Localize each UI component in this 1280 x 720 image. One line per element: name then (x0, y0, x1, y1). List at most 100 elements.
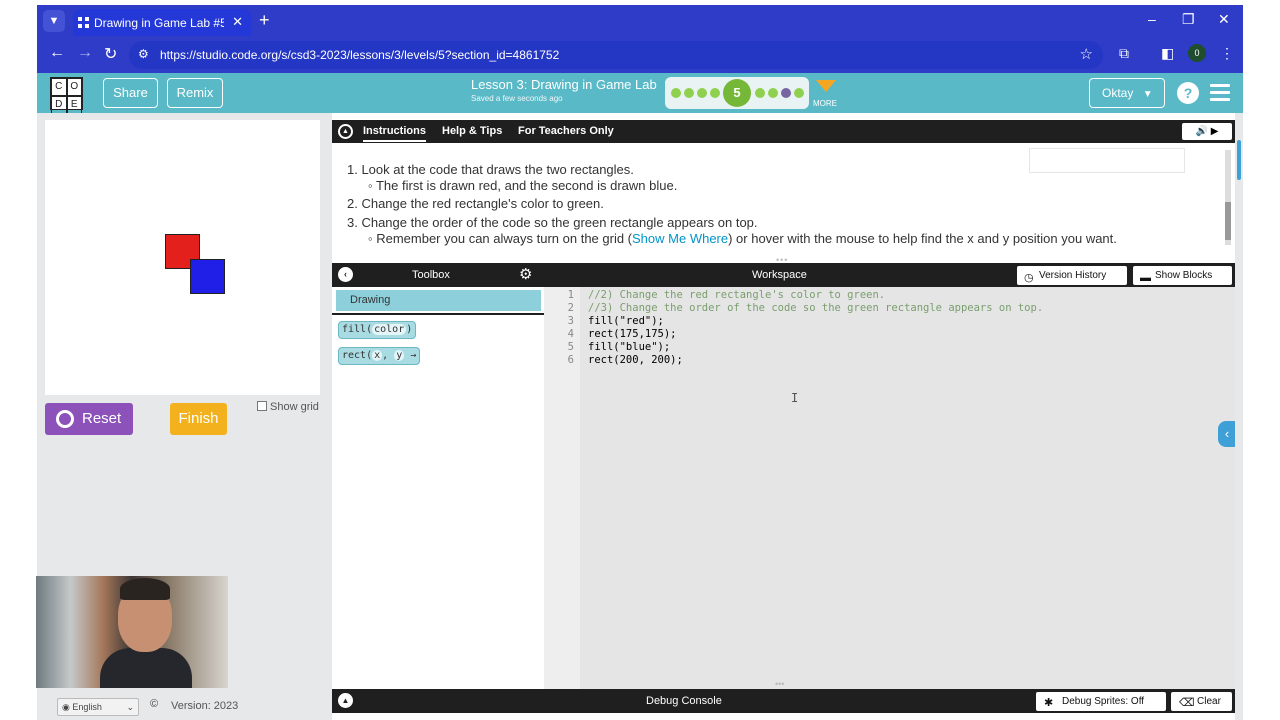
code-line[interactable]: rect(200, 200); (588, 354, 683, 366)
help-icon[interactable]: ? (1177, 82, 1199, 104)
tab-close-icon[interactable]: ✕ (232, 14, 243, 30)
level-dot[interactable] (671, 88, 681, 98)
version-history-button[interactable]: ◷ Version History (1017, 266, 1127, 285)
debug-resize-handle[interactable]: ••• (775, 679, 784, 689)
instructions-hint-box (1029, 148, 1185, 173)
clear-label: Clear (1197, 696, 1221, 707)
collapse-instructions-icon[interactable]: ▲ (338, 124, 353, 139)
text-to-speech-button[interactable]: 🔊 ▶ (1182, 123, 1232, 140)
code-line[interactable]: //2) Change the red rectangle's color to… (588, 289, 885, 301)
person-shirt (100, 648, 192, 688)
tab-search-icon[interactable]: ▼ (43, 10, 65, 32)
level-dot[interactable] (755, 88, 765, 98)
level-dot[interactable] (794, 88, 804, 98)
side-panel-icon[interactable]: ◧ (1161, 45, 1174, 62)
level-progress: 5 (665, 77, 809, 109)
level-dot[interactable] (684, 88, 694, 98)
instruction-text: ◦ Remember you can always turn on the gr… (368, 231, 633, 246)
category-drawing[interactable]: Drawing (336, 290, 541, 311)
rect-block[interactable]: rect(x, y → (338, 347, 421, 365)
show-grid-toggle[interactable]: Show grid (257, 401, 319, 413)
show-blocks-button[interactable]: ▬ Show Blocks (1133, 266, 1232, 285)
blocks-icon: ▬ (1140, 272, 1151, 284)
fill-block[interactable]: fill(color) (338, 321, 417, 339)
level-dot[interactable] (710, 88, 720, 98)
save-status: Saved a few seconds ago (471, 94, 563, 103)
bookmark-star-icon[interactable]: ☆ (1080, 45, 1093, 63)
back-icon[interactable]: ← (49, 44, 65, 62)
browser-menu-icon[interactable]: ⋮ (1220, 45, 1234, 62)
hamburger-menu-icon[interactable] (1210, 84, 1230, 105)
new-tab-button[interactable]: + (259, 10, 270, 31)
maximize-button[interactable]: ❐ (1182, 11, 1195, 28)
code-line[interactable]: fill("blue"); (588, 341, 670, 353)
finish-button[interactable]: Finish (170, 403, 227, 435)
block-name: fill (342, 324, 367, 335)
expand-panel-icon[interactable]: ‹ (1218, 421, 1236, 447)
code-line[interactable]: fill("red"); (588, 315, 664, 327)
show-me-where-link[interactable]: Show Me Where (632, 231, 728, 246)
line-number: 4 (567, 328, 574, 340)
show-grid-label: Show grid (270, 401, 319, 413)
clock-icon: ◷ (1024, 272, 1034, 284)
tab-teachers-only[interactable]: For Teachers Only (518, 125, 614, 137)
site-info-icon[interactable]: ⚙ (138, 47, 149, 61)
toolbox-header: ‹ Toolbox ⚙ (332, 263, 544, 287)
code-line[interactable]: rect(175,175); (588, 328, 677, 340)
stage-panel: Reset Finish Show grid ◉ English ⌄ © Ver… (36, 113, 332, 720)
language-select[interactable]: ◉ English ⌄ (57, 698, 139, 716)
current-level-dot[interactable]: 5 (723, 79, 751, 107)
block-arrow-icon: → (410, 350, 417, 361)
lesson-title[interactable]: Lesson 3: Drawing in Game Lab (471, 77, 657, 92)
workspace-title: Workspace (752, 269, 807, 281)
reload-icon[interactable]: ↻ (104, 44, 117, 64)
collapse-toolbox-icon[interactable]: ‹ (338, 267, 353, 282)
globe-icon: ◉ (62, 702, 73, 712)
reset-label: Reset (82, 410, 122, 427)
app-frame: ▼ Drawing in Game Lab #5 | Unit ✕ + – ❐ … (36, 0, 1243, 720)
url-text[interactable]: https://studio.code.org/s/csd3-2023/less… (160, 48, 559, 62)
address-bar[interactable]: ⚙ https://studio.code.org/s/csd3-2023/le… (129, 41, 1103, 69)
instruction-substep: ◦ Remember you can always turn on the gr… (368, 231, 1117, 246)
debug-sprites-button[interactable]: ✱ Debug Sprites: Off (1036, 692, 1166, 711)
toolbox-panel: Drawing fill(color) rect(x, y → (332, 287, 544, 689)
webcam-overlay (36, 576, 228, 688)
logo-letter: O (66, 78, 82, 96)
level-dot[interactable] (768, 88, 778, 98)
level-dot[interactable] (781, 88, 791, 98)
tab-instructions[interactable]: Instructions (363, 125, 426, 142)
version-label: Version: 2023 (171, 700, 239, 712)
tab-help-tips[interactable]: Help & Tips (442, 125, 502, 137)
code-line[interactable]: //3) Change the order of the code so the… (588, 302, 1043, 314)
code-editor[interactable]: 1 2 3 4 5 6 //2) Change the red rectangl… (544, 287, 1235, 689)
browser-tab[interactable]: Drawing in Game Lab #5 | Unit ✕ (73, 9, 251, 36)
debug-console-title: Debug Console (646, 695, 722, 707)
level-dot[interactable] (697, 88, 707, 98)
extensions-icon[interactable]: ⧉ (1119, 45, 1129, 62)
forward-icon[interactable]: → (77, 44, 93, 62)
show-grid-checkbox[interactable] (257, 401, 267, 411)
code-org-logo[interactable]: C O D E (50, 77, 83, 114)
more-label[interactable]: MORE (813, 99, 837, 108)
language-value: English (72, 702, 102, 712)
more-arrow-icon[interactable] (816, 80, 836, 92)
gear-icon[interactable]: ⚙ (519, 265, 532, 283)
minimize-button[interactable]: – (1148, 11, 1156, 27)
expand-debug-icon[interactable]: ▲ (338, 693, 353, 708)
share-button[interactable]: Share (103, 78, 158, 108)
remix-button[interactable]: Remix (167, 78, 223, 108)
page-scroll-thumb[interactable] (1237, 140, 1241, 180)
page-scrollbar[interactable] (1235, 113, 1243, 720)
user-menu-button[interactable]: Oktay ▼ (1089, 78, 1165, 108)
copyright-icon[interactable]: © (150, 698, 158, 710)
game-canvas[interactable] (45, 120, 320, 395)
instructions-scroll-thumb[interactable] (1225, 202, 1231, 240)
page-footer: ◉ English ⌄ © Version: 2023 (37, 694, 332, 720)
browser-tab-strip: ▼ Drawing in Game Lab #5 | Unit ✕ + – ❐ … (37, 5, 1243, 36)
profile-avatar[interactable]: 0 (1188, 44, 1206, 62)
close-window-button[interactable]: ✕ (1218, 11, 1230, 28)
clear-button[interactable]: ⌫ Clear (1171, 692, 1232, 711)
reset-button[interactable]: Reset (45, 403, 133, 435)
blue-rectangle (190, 259, 225, 294)
tab-title: Drawing in Game Lab #5 | Unit (94, 16, 224, 30)
